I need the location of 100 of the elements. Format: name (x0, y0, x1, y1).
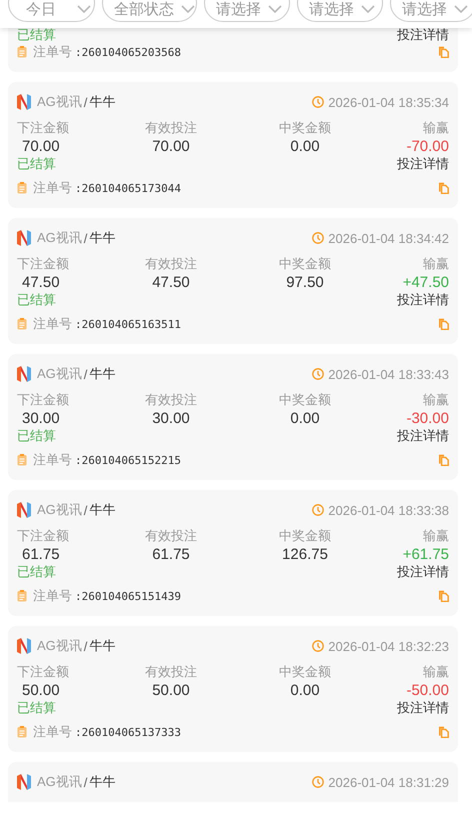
payout-amount: 0.00 (289, 410, 321, 428)
column-label: 有效投注 (144, 527, 198, 545)
payout-amount: 0.00 (289, 682, 321, 700)
platform-name: AG视讯 (37, 501, 82, 519)
valid-amount: 30.00 (151, 410, 191, 428)
copy-icon[interactable] (438, 182, 449, 194)
clock-icon (312, 232, 324, 244)
clipboard-icon (17, 46, 27, 58)
clock-icon (312, 96, 324, 108)
bet-details-link[interactable]: 投注详情 (397, 292, 449, 308)
bet-time: 2026-01-04 18:33:38 (328, 502, 449, 518)
order-label: 注单号 (33, 587, 72, 605)
column-label: 下注金额 (17, 663, 70, 681)
copy-icon[interactable] (438, 46, 449, 58)
settled-status: 已结算 (17, 428, 56, 444)
settled-status: 已结算 (17, 28, 56, 42)
bet-time: 2026-01-04 18:34:42 (328, 230, 449, 246)
column-label: 输赢 (422, 527, 449, 545)
stake-amount: 61.75 (21, 546, 61, 564)
valid-amount: 70.00 (151, 138, 191, 156)
slash-separator: / (84, 502, 88, 518)
win-loss-amount: +47.50 (402, 274, 449, 292)
copy-icon[interactable] (438, 726, 449, 738)
win-loss-amount: -70.00 (405, 138, 449, 156)
order-number: :260104065152215 (75, 454, 181, 466)
chevron-down-icon (267, 4, 283, 14)
column-label: 有效投注 (144, 391, 198, 409)
order-number: :260104065163511 (75, 318, 181, 330)
bet-time: 2026-01-04 18:31:29 (328, 774, 449, 790)
order-label: 注单号 (33, 451, 72, 469)
order-number: :260104065173044 (75, 182, 181, 194)
clipboard-icon (17, 726, 27, 738)
column-label: 中奖金额 (278, 255, 332, 273)
copy-icon[interactable] (438, 590, 449, 602)
order-label: 注单号 (33, 179, 72, 197)
logo-icon (17, 502, 31, 518)
order-label: 注单号 (33, 723, 72, 741)
bet-time: 2026-01-04 18:33:43 (328, 366, 449, 382)
bet-time: 2026-01-04 18:35:34 (328, 94, 449, 110)
game-name: 牛牛 (89, 365, 116, 383)
slash-separator: / (84, 94, 88, 110)
order-label: 注单号 (33, 43, 72, 61)
game-name: 牛牛 (89, 229, 116, 247)
payout-amount: 126.75 (281, 546, 329, 564)
stake-amount: 30.00 (21, 410, 61, 428)
clock-icon (312, 776, 324, 788)
win-loss-amount: +61.75 (402, 546, 449, 564)
clock-icon (312, 368, 324, 380)
clipboard-icon (17, 318, 27, 330)
order-number: :260104065137333 (75, 726, 181, 738)
column-label: 下注金额 (17, 527, 70, 545)
copy-icon[interactable] (438, 318, 449, 330)
clipboard-icon (17, 454, 27, 466)
settled-status: 已结算 (17, 564, 56, 580)
win-loss-amount: -30.00 (405, 410, 449, 428)
column-label: 下注金额 (17, 391, 70, 409)
chevron-down-icon (180, 4, 196, 14)
platform-name: AG视讯 (37, 93, 82, 111)
column-label: 有效投注 (144, 119, 198, 137)
game-name: 牛牛 (89, 501, 116, 519)
clock-icon (312, 640, 324, 652)
chevron-down-icon (76, 4, 92, 14)
platform-name: AG视讯 (37, 773, 82, 791)
order-number: :260104065151439 (75, 590, 181, 602)
settled-status: 已结算 (17, 700, 56, 716)
column-label: 输赢 (422, 391, 449, 409)
platform-name: AG视讯 (37, 365, 82, 383)
stake-amount: 50.00 (21, 682, 61, 700)
bet-time: 2026-01-04 18:32:23 (328, 638, 449, 654)
clock-icon (312, 504, 324, 516)
chevron-down-icon (360, 4, 376, 14)
stake-amount: 70.00 (21, 138, 61, 156)
column-label: 中奖金额 (278, 119, 332, 137)
valid-amount: 61.75 (151, 546, 191, 564)
platform-name: AG视讯 (37, 637, 82, 655)
slash-separator: / (84, 774, 88, 790)
slash-separator: / (84, 638, 88, 654)
copy-icon[interactable] (438, 454, 449, 466)
logo-icon (17, 366, 31, 382)
payout-amount: 0.00 (289, 138, 321, 156)
logo-icon (17, 230, 31, 246)
win-loss-amount: -50.00 (405, 682, 449, 700)
column-label: 中奖金额 (278, 527, 332, 545)
logo-icon (17, 94, 31, 110)
bet-details-link[interactable]: 投注详情 (397, 28, 449, 42)
bet-details-link[interactable]: 投注详情 (397, 564, 449, 580)
column-label: 下注金额 (17, 119, 70, 137)
game-name: 牛牛 (89, 773, 116, 791)
bet-details-link[interactable]: 投注详情 (397, 156, 449, 172)
column-label: 中奖金额 (278, 663, 332, 681)
chevron-down-icon (453, 4, 469, 14)
logo-icon (17, 774, 31, 790)
bet-details-link[interactable]: 投注详情 (397, 428, 449, 444)
column-label: 输赢 (422, 119, 449, 137)
column-label: 有效投注 (144, 663, 198, 681)
valid-amount: 50.00 (151, 682, 191, 700)
bet-details-link[interactable]: 投注详情 (397, 700, 449, 716)
valid-amount: 47.50 (151, 274, 191, 292)
logo-icon (17, 638, 31, 654)
column-label: 输赢 (422, 663, 449, 681)
